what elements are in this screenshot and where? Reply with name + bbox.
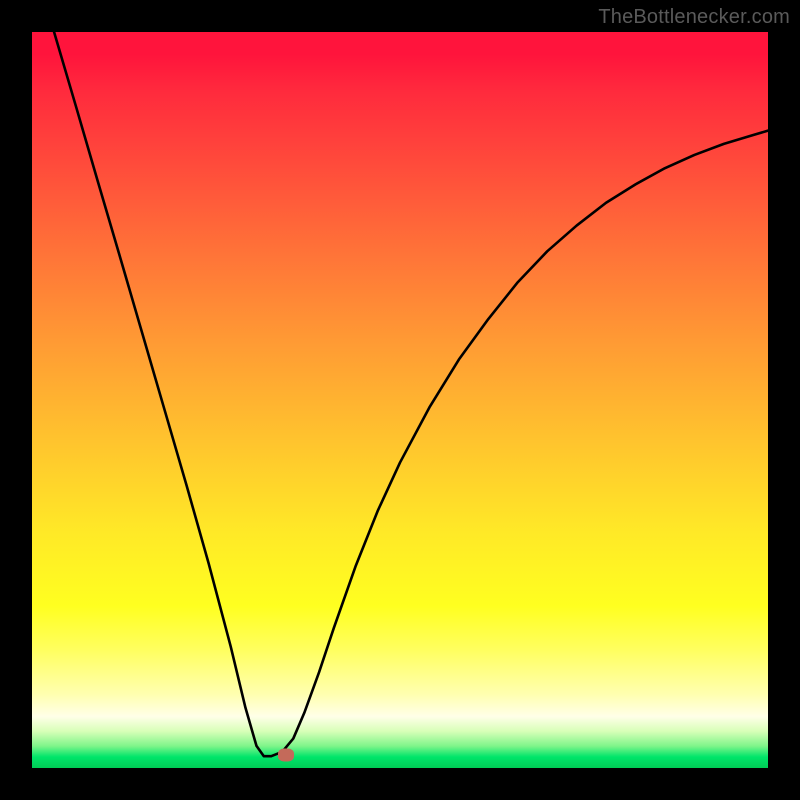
background-gradient [32,32,768,768]
plot-area [32,32,768,768]
chart-container: TheBottlenecker.com [0,0,800,800]
watermark-text: TheBottlenecker.com [598,6,790,29]
optimum-marker [278,749,294,762]
